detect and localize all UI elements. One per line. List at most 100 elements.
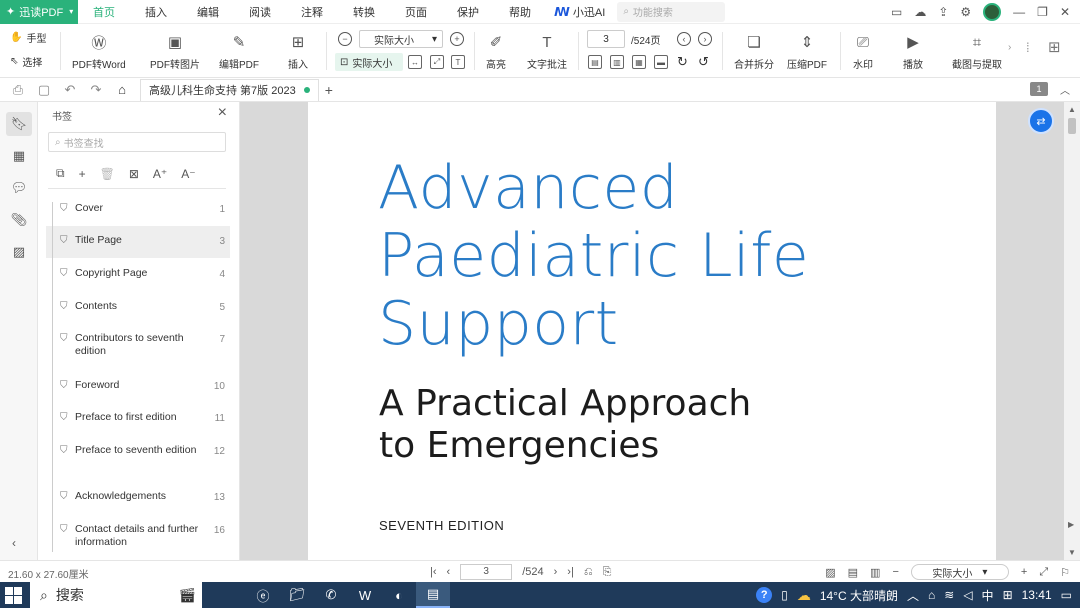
print-icon[interactable]: ⎙ — [10, 82, 26, 98]
tray-expand-icon[interactable]: ︿ — [907, 587, 919, 604]
zoom-select[interactable]: 实际大小 ▾ — [359, 30, 443, 48]
collapse-ribbon-icon[interactable]: ︿ — [1060, 82, 1070, 97]
rotate-counterclockwise-icon[interactable]: ↺ — [698, 54, 709, 70]
single-page-icon[interactable]: ▤ — [588, 55, 602, 69]
ime-indicator[interactable]: 中 — [982, 587, 994, 604]
network-icon[interactable]: ⌂ — [928, 588, 935, 602]
volume-icon[interactable]: ◁ — [963, 588, 972, 602]
bookmark-item[interactable]: ⛉ Contributors to seventh edition 7 — [46, 324, 230, 362]
prev-page-icon[interactable]: ‹ — [447, 566, 451, 578]
edit-pdf-button[interactable]: ✎ 编辑PDF — [219, 30, 259, 71]
hand-tool-button[interactable]: ✋ 手型 — [10, 30, 46, 45]
bookmark-item[interactable]: ⛉ Foreword 10 — [46, 371, 230, 399]
menu-home[interactable]: 首页 — [78, 0, 130, 24]
add-bookmark-icon[interactable]: + — [79, 167, 86, 181]
view-mode-icon[interactable]: ▨ — [825, 566, 835, 579]
highlight-button[interactable]: ✐ 高亮 — [486, 30, 506, 71]
save-icon[interactable]: ▢ — [36, 82, 52, 98]
screenshot-extract-button[interactable]: ⌗ 截图与提取 — [952, 30, 1002, 72]
scroll-up-icon[interactable]: ▲ — [1068, 105, 1076, 114]
status-page-input[interactable]: 3 — [460, 564, 513, 580]
cloud-icon[interactable]: ☁ — [914, 5, 926, 19]
bookmark-item[interactable]: ⛉ Cover 1 — [46, 194, 230, 222]
file-explorer-icon[interactable]: 📁︎ — [280, 582, 314, 608]
wifi-icon[interactable]: ≋ — [944, 588, 954, 602]
pdf-to-word-button[interactable]: Ⓦ PDF转Word — [72, 30, 126, 72]
zoom-out-icon[interactable]: − — [892, 566, 898, 578]
bookmark-item[interactable]: ⛉ Preface to seventh edition 12 — [46, 436, 230, 474]
weather-icon[interactable]: ☁ — [797, 587, 811, 604]
message-icon[interactable]: ▭ — [891, 5, 902, 19]
next-page-icon[interactable]: › — [698, 32, 712, 46]
document-tab[interactable]: 高级儿科生命支持 第7版 2023 — [140, 78, 319, 101]
fit-page-icon[interactable]: ⤢ — [430, 55, 444, 69]
first-page-icon[interactable]: |‹ — [430, 566, 437, 578]
menu-edit[interactable]: 编辑 — [182, 0, 234, 24]
status-zoom-select[interactable]: 实际大小 ▾ — [910, 564, 1009, 580]
scroll-right-icon[interactable]: ▶ — [1068, 520, 1074, 529]
menu-annotate[interactable]: 注释 — [286, 0, 338, 24]
expand-tree-icon[interactable]: ⧉ — [56, 166, 65, 181]
close-icon[interactable]: × — [218, 104, 227, 122]
toolbar-more-icon[interactable]: › — [1008, 42, 1011, 53]
insert-button[interactable]: ⊞ 插入 — [288, 30, 308, 71]
battery-icon[interactable]: ▯ — [781, 588, 788, 602]
bookmark-item[interactable]: ⛉ Contact details and further information… — [46, 515, 230, 553]
bookmark-item[interactable]: ⛉ Contents 5 — [46, 292, 230, 320]
collapse-left-icon[interactable]: ‹ — [12, 536, 16, 550]
page-number-input[interactable]: 3 — [587, 30, 625, 48]
ai-assistant-button[interactable]: ꟿ 小迅AI — [546, 4, 613, 20]
decrease-font-icon[interactable]: A⁻ — [181, 167, 195, 181]
next-page-icon[interactable]: › — [554, 566, 558, 578]
bookmark-icon[interactable]: 🔖︎ — [6, 112, 32, 136]
zoom-in-icon[interactable]: + — [450, 32, 464, 46]
wechat-icon[interactable]: ✆ — [314, 582, 348, 608]
fit-width-icon[interactable]: ↔ — [408, 55, 422, 69]
bookmark-search-input[interactable]: ⌕ 书签查找 — [48, 132, 226, 152]
compress-pdf-button[interactable]: ⇕ 压缩PDF — [787, 30, 827, 71]
avatar[interactable] — [983, 2, 1002, 21]
thumbnails-icon[interactable]: ▦ — [6, 144, 32, 168]
reading-mode-icon[interactable]: ▥ — [870, 566, 880, 579]
customize-icon[interactable]: ⁞ — [1026, 40, 1030, 55]
pdf-to-image-button[interactable]: ▣ PDF转图片 — [150, 30, 200, 71]
rotate-clockwise-icon[interactable]: ↻ — [677, 54, 688, 70]
back-view-icon[interactable]: ⎌ — [584, 566, 593, 579]
clock[interactable]: 13:41 — [1022, 588, 1052, 602]
previous-page-icon[interactable]: ‹ — [677, 32, 691, 46]
increase-font-icon[interactable]: A⁺ — [153, 167, 167, 181]
attachment-icon[interactable]: 📎︎ — [6, 208, 32, 232]
new-tab-icon[interactable]: + — [325, 82, 333, 98]
comments-icon[interactable]: 💬︎ — [6, 176, 32, 200]
bookmark-item[interactable]: ⛉ Preface to first edition 11 — [46, 403, 230, 431]
undo-icon[interactable]: ↶ — [62, 82, 78, 98]
continuous-page-icon[interactable]: ▥ — [610, 55, 624, 69]
notification-icon[interactable]: ▭ — [1061, 588, 1072, 602]
menu-protect[interactable]: 保护 — [442, 0, 494, 24]
redo-icon[interactable]: ↷ — [88, 82, 104, 98]
scrollbar-thumb[interactable] — [1068, 118, 1076, 134]
help-icon[interactable]: ? — [756, 587, 773, 603]
last-page-icon[interactable]: ›| — [567, 566, 574, 578]
menu-help[interactable]: 帮助 — [494, 0, 546, 24]
edge-icon[interactable]: ⓔ — [246, 582, 280, 608]
watermark-button[interactable]: ⎚ 水印 — [853, 30, 873, 72]
actual-size-button[interactable]: ⊡ 实际大小 — [335, 53, 403, 71]
select-tool-button[interactable]: ⇖ 选择 — [10, 54, 42, 69]
function-search-input[interactable]: ⌕ 功能搜索 — [617, 1, 726, 22]
settings-icon[interactable]: ⚙ — [960, 5, 971, 19]
vertical-scrollbar[interactable]: ▲ ▶ ▼ — [1064, 102, 1080, 560]
text-select-icon[interactable]: T — [451, 55, 465, 69]
wps-icon[interactable]: W — [348, 582, 382, 608]
bookmark-item[interactable]: ⛉ Copyright Page 4 — [46, 259, 230, 287]
share-icon[interactable]: ⇪ — [938, 5, 948, 19]
minimize-icon[interactable]: — — [1013, 5, 1025, 19]
zoom-out-icon[interactable]: − — [338, 32, 352, 46]
play-button[interactable]: ▶ 播放 — [903, 30, 923, 71]
double-page-icon[interactable]: ▦ — [632, 55, 646, 69]
app-menu-button[interactable]: ✦ 迅读PDF ▾ — [0, 0, 78, 24]
bookmark-item[interactable]: ⛉ Title Page 3 — [46, 226, 230, 258]
pdf-reader-icon[interactable]: ▤ — [416, 582, 450, 608]
delete-bookmark-icon[interactable]: 🗑︎ — [100, 167, 115, 181]
restore-icon[interactable]: ❐ — [1037, 5, 1048, 19]
